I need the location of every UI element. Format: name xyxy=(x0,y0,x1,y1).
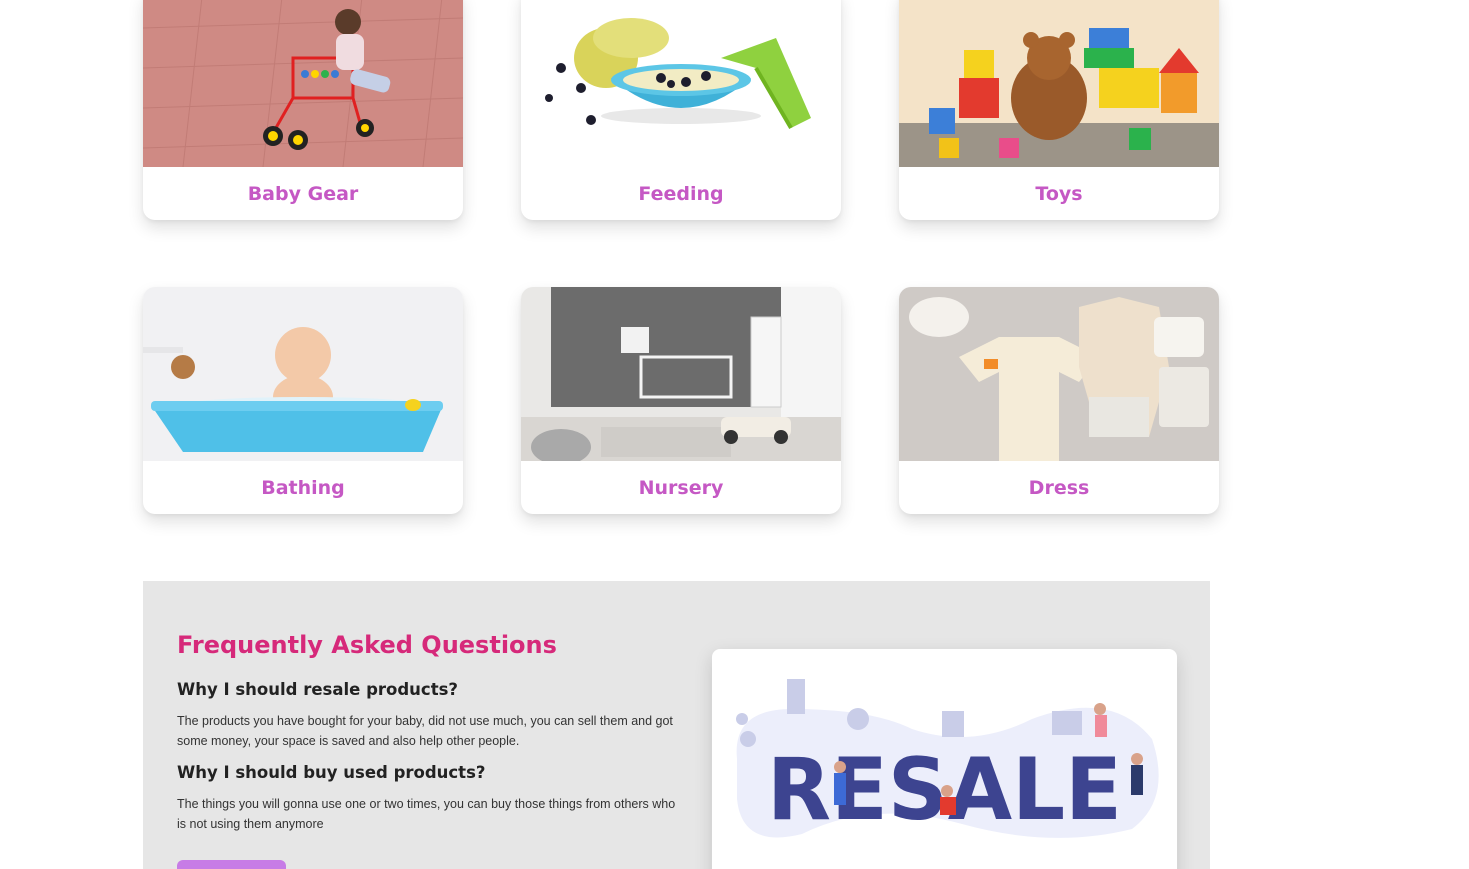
faq-answer: The things you will gonna use one or two… xyxy=(177,797,676,831)
baby-clothes-image xyxy=(899,287,1219,461)
category-card-baby-gear[interactable]: Baby Gear xyxy=(143,0,463,220)
toys-image xyxy=(899,0,1219,167)
category-card-bathing[interactable]: Bathing xyxy=(143,287,463,514)
faq-question: Why I should buy used products? xyxy=(177,763,486,782)
category-label: Baby Gear xyxy=(247,182,359,205)
category-card-toys[interactable]: Toys xyxy=(899,0,1219,220)
faq-action-button[interactable] xyxy=(177,860,286,869)
faq-question: Why I should resale products? xyxy=(177,680,458,699)
category-label: Toys xyxy=(1035,182,1083,205)
baby-walker-image xyxy=(143,0,463,167)
feeding-bowl-image xyxy=(521,0,841,167)
category-card-nursery[interactable]: Nursery xyxy=(521,287,841,514)
faq-title: Frequently Asked Questions xyxy=(177,631,557,659)
category-label: Nursery xyxy=(638,476,724,499)
category-card-dress[interactable]: Dress xyxy=(899,287,1219,514)
baby-bathtub-image xyxy=(143,287,463,461)
category-label: Bathing xyxy=(261,476,345,499)
resale-illustration: RESALE xyxy=(712,649,1177,869)
faq-section: Frequently Asked Questions Why I should … xyxy=(143,581,1210,869)
nursery-room-image xyxy=(521,287,841,461)
category-card-feeding[interactable]: Feeding xyxy=(521,0,841,220)
category-label: Dress xyxy=(1028,476,1090,499)
faq-answer: The products you have bought for your ba… xyxy=(177,714,673,748)
category-label: Feeding xyxy=(638,182,724,205)
